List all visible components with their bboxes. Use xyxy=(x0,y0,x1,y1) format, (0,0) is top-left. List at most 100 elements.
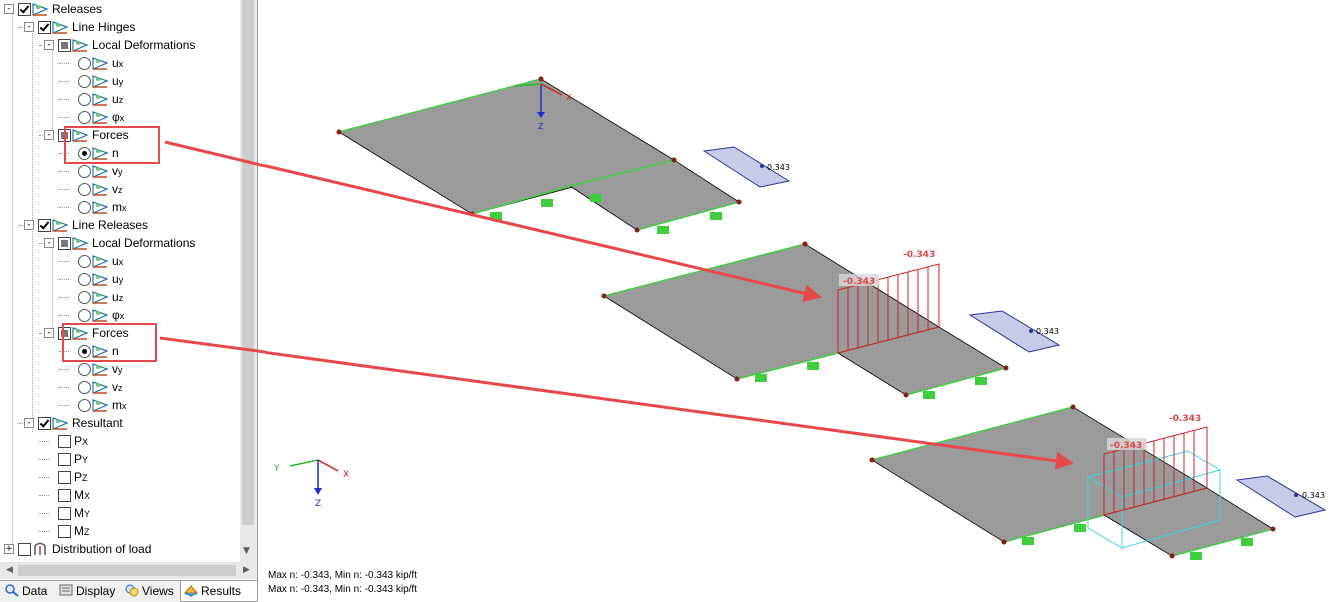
tree-item-text: Local Deformations xyxy=(92,236,196,250)
tree-item-subscript: z xyxy=(118,293,124,303)
checkbox[interactable] xyxy=(58,471,71,484)
tree-item-text: u xyxy=(112,272,119,286)
radio-button[interactable] xyxy=(78,399,91,412)
collapse-icon[interactable]: - xyxy=(4,4,14,14)
tree-row[interactable]: + Distribution of load xyxy=(0,540,240,558)
checkbox[interactable] xyxy=(58,507,71,520)
tree-row[interactable]: PZ xyxy=(0,468,240,486)
tree-connector xyxy=(39,459,49,460)
tree-row[interactable]: ux xyxy=(0,252,240,270)
tree-item-label: MY xyxy=(74,504,90,523)
tree-row[interactable]: - Local Deformations xyxy=(0,234,240,252)
expand-icon[interactable]: + xyxy=(4,544,14,554)
result-type-icon xyxy=(92,380,109,394)
radio-button[interactable] xyxy=(78,363,91,376)
radio-button[interactable] xyxy=(78,111,91,124)
tree-item-text: φ xyxy=(112,110,120,124)
tree-item-text: M xyxy=(74,488,84,502)
tree-item-label: φx xyxy=(112,108,124,127)
legend-value-1: 0.343 xyxy=(767,163,790,172)
tree-row[interactable]: vy xyxy=(0,360,240,378)
tree-connector xyxy=(59,315,69,316)
radio-button[interactable] xyxy=(78,273,91,286)
tree-row[interactable]: PX xyxy=(0,432,240,450)
collapse-icon[interactable]: - xyxy=(24,220,34,230)
collapse-icon[interactable]: - xyxy=(24,22,34,32)
tree-row[interactable]: - Line Hinges xyxy=(0,18,240,36)
tree-row[interactable]: vz xyxy=(0,180,240,198)
radio-button[interactable] xyxy=(78,201,91,214)
checkbox[interactable] xyxy=(18,543,31,556)
horizontal-scrollbar-thumb[interactable] xyxy=(18,565,236,576)
status-line-2: Max n: -0.343, Min n: -0.343 kip/ft xyxy=(268,584,417,595)
radio-button[interactable] xyxy=(78,183,91,196)
result-type-icon xyxy=(92,290,109,304)
checkbox[interactable] xyxy=(58,489,71,502)
checkbox[interactable] xyxy=(58,435,71,448)
model-viewport[interactable]: Z X 0.343 -0.343 -0.343 0.343 -0.343 -0.… xyxy=(265,0,1341,602)
checkbox[interactable] xyxy=(58,453,71,466)
tree-row[interactable]: uz xyxy=(0,288,240,306)
radio-button[interactable] xyxy=(78,57,91,70)
scroll-right-icon[interactable]: ▶ xyxy=(243,565,250,575)
checkbox[interactable] xyxy=(58,237,71,250)
collapse-icon[interactable]: - xyxy=(44,40,54,50)
tree-item-subscript: y xyxy=(118,167,123,177)
collapse-icon[interactable]: - xyxy=(44,238,54,248)
tree-row[interactable]: MY xyxy=(0,504,240,522)
tree-row[interactable]: MZ xyxy=(0,522,240,540)
load-legend-1: 0.343 xyxy=(702,146,791,188)
radio-button[interactable] xyxy=(78,291,91,304)
tab-results[interactable]: Results xyxy=(180,581,257,602)
tree-row[interactable]: mx xyxy=(0,396,240,414)
tree-row[interactable]: mx xyxy=(0,198,240,216)
tree-item-subscript: X xyxy=(82,437,89,447)
tree-row[interactable]: ux xyxy=(0,54,240,72)
status-line-1: Max n: -0.343, Min n: -0.343 kip/ft xyxy=(268,570,417,581)
result-type-icon xyxy=(52,416,69,430)
svg-text:Z: Z xyxy=(538,122,544,131)
tree-row[interactable]: φx xyxy=(0,306,240,324)
tree-row[interactable]: MX xyxy=(0,486,240,504)
tree-row[interactable]: - Resultant xyxy=(0,414,240,432)
tree-item-text: P xyxy=(74,434,83,448)
tree-row[interactable]: uy xyxy=(0,270,240,288)
tree-row[interactable]: uz xyxy=(0,90,240,108)
scroll-down-icon[interactable]: ▼ xyxy=(243,546,250,556)
collapse-icon[interactable]: - xyxy=(24,418,34,428)
checkbox[interactable] xyxy=(58,525,71,538)
results-icon xyxy=(184,585,198,597)
tab-results-label: Results xyxy=(201,584,242,598)
collapse-icon[interactable]: - xyxy=(44,130,54,140)
tree-row[interactable]: vy xyxy=(0,162,240,180)
tree-row[interactable]: vz xyxy=(0,378,240,396)
checkbox[interactable] xyxy=(58,39,71,52)
collapse-icon[interactable]: - xyxy=(44,328,54,338)
vertical-scrollbar-thumb[interactable] xyxy=(242,0,254,525)
checkbox[interactable] xyxy=(18,3,31,16)
tree-connector xyxy=(59,171,69,172)
checkbox[interactable] xyxy=(38,219,51,232)
radio-button[interactable] xyxy=(78,381,91,394)
tree-item-text: u xyxy=(112,254,119,268)
result-type-icon xyxy=(72,236,89,250)
tree-item-text: m xyxy=(112,398,122,412)
tree-row[interactable]: - Line Releases xyxy=(0,216,240,234)
radio-button[interactable] xyxy=(78,75,91,88)
tree-row[interactable]: - Releases xyxy=(0,0,240,18)
tree-connector xyxy=(39,477,49,478)
radio-button[interactable] xyxy=(78,309,91,322)
scroll-left-icon[interactable]: ◀ xyxy=(6,565,13,575)
results-tree: - Releases - Line Hinges - Local Deformations… xyxy=(0,0,240,562)
result-type-icon xyxy=(92,362,109,376)
checkbox[interactable] xyxy=(38,21,51,34)
radio-button[interactable] xyxy=(78,165,91,178)
radio-button[interactable] xyxy=(78,255,91,268)
radio-button[interactable] xyxy=(78,93,91,106)
checkbox[interactable] xyxy=(38,417,51,430)
tree-row[interactable]: uy xyxy=(0,72,240,90)
tree-item-subscript: Z xyxy=(84,527,90,537)
tree-row[interactable]: - Local Deformations xyxy=(0,36,240,54)
tree-row[interactable]: PY xyxy=(0,450,240,468)
tree-row[interactable]: φx xyxy=(0,108,240,126)
